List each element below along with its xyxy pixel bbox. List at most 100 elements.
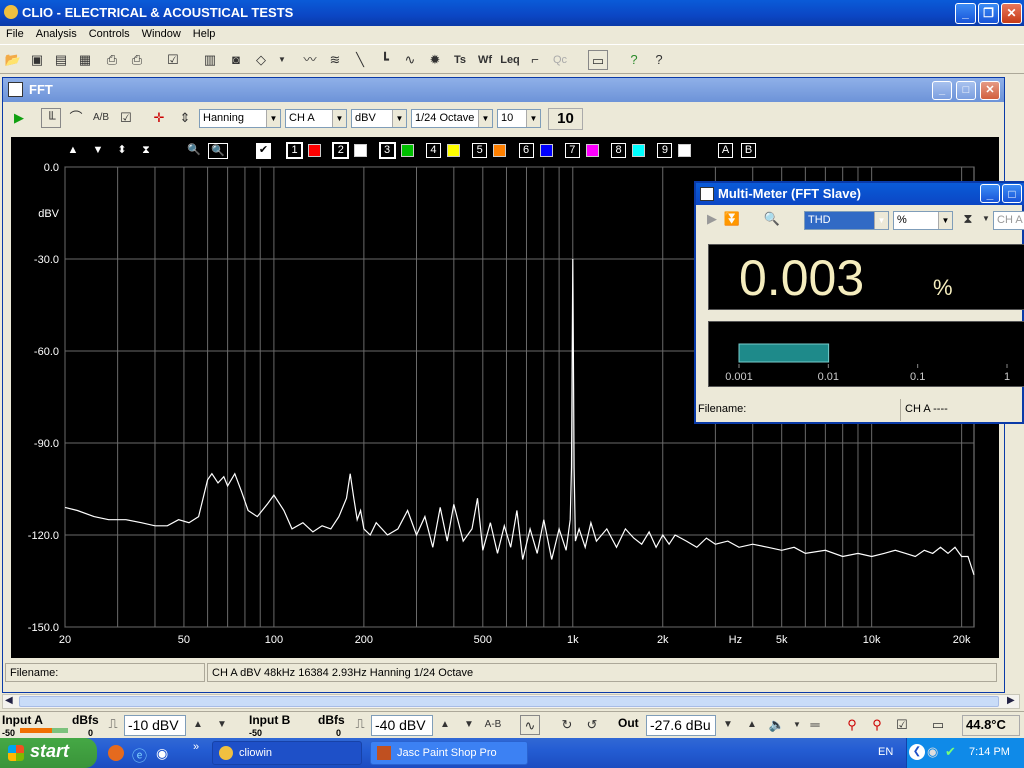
out-level-field[interactable]: -27.6 dBu [646,715,716,736]
sweep-icon[interactable]: ∿ [400,50,420,70]
curve-color-6[interactable] [539,144,553,157]
close-button[interactable]: ✕ [1001,3,1022,24]
fft-minimize-button[interactable]: _ [932,81,952,100]
curve-number-7[interactable]: 7 [564,143,580,158]
scrollbar-thumb[interactable] [19,696,999,707]
out-up-icon[interactable]: ▲ [742,715,762,735]
menu-help[interactable]: Help [187,26,222,42]
overlay-check-icon[interactable]: ✔ [256,143,271,159]
menu-analysis[interactable]: Analysis [30,26,83,42]
settings-check-icon[interactable]: ☑ [116,108,136,128]
save-icon[interactable]: ▣ [27,50,47,70]
mls-icon[interactable]: ≋ [325,50,345,70]
input-a-down-icon[interactable]: ▼ [212,715,232,735]
curve-color-9[interactable] [678,144,692,157]
spectrum-icon[interactable]: ╙ [41,108,61,128]
scroll-right-icon[interactable]: ▶ [1007,695,1015,706]
curve-number-4[interactable]: 4 [425,143,441,158]
ab-mode-button[interactable]: A-B [483,715,503,735]
scroll-up-icon[interactable]: ▲ [66,143,80,159]
curve-number-1[interactable]: 1 [286,142,303,159]
ab-compare-icon[interactable]: A/B [91,108,111,128]
waterfall-icon[interactable]: Wf [475,50,495,70]
generator-icon[interactable]: ∿ [520,715,540,735]
leq-icon[interactable]: Leq [500,50,520,70]
film-icon[interactable]: ▥ [200,50,220,70]
curve-number-8[interactable]: 8 [611,143,627,158]
save-as-icon[interactable]: ▤ [51,50,71,70]
desktop-icon[interactable]: ▭ [588,50,608,70]
loop-icon[interactable]: ↻ [557,715,577,735]
channel-select[interactable]: CH A ▼ [285,109,347,128]
fft-close-button[interactable]: ✕ [980,81,1000,100]
units-select[interactable]: dBV ▼ [351,109,407,128]
mic-icon[interactable]: ⚲ [842,715,862,735]
cursor-icon[interactable]: ✛ [149,108,169,128]
multimeter-maximize-button[interactable]: □ [1002,184,1022,203]
quality-control-icon[interactable]: Qc [550,50,570,70]
scroll-left-icon[interactable]: ◀ [5,695,13,706]
curve-color-1[interactable] [308,144,321,157]
scroll-down-icon[interactable]: ▼ [91,143,105,159]
multimeter-minimize-button[interactable]: _ [980,184,1000,203]
curve-number-9[interactable]: 9 [657,143,673,158]
polar-icon[interactable]: ✹ [425,50,445,70]
input-a-up-icon[interactable]: ▲ [188,715,208,735]
sinusoidal-icon[interactable]: ╲ [350,50,370,70]
multimeter-zoom-icon[interactable]: 🔍 [762,209,782,229]
task-paint-shop-pro[interactable]: Jasc Paint Shop Pro [370,741,528,765]
eraser-icon[interactable]: ◇ [251,50,271,70]
multimeter-hold-icon[interactable]: ⧗ [958,209,978,229]
mute-icon[interactable]: ═ [805,715,825,735]
loop-b-icon[interactable]: ↺ [582,715,602,735]
help-icon[interactable]: ? [624,50,644,70]
multimeter-channel-field[interactable]: CH A [993,211,1024,230]
compress-icon[interactable]: ⧗ [139,143,153,159]
curve-number-3[interactable]: 3 [378,142,396,159]
ie-icon[interactable]: ⓔ [132,745,147,766]
curve-number-2[interactable]: 2 [332,142,350,159]
curve-color-4[interactable] [446,144,460,157]
speaker-icon[interactable]: 🔈 [767,715,787,735]
firefox-icon[interactable] [108,745,124,761]
curve-color-7[interactable] [585,144,599,157]
battery-icon[interactable]: ▭ [928,715,948,735]
window-fn-select[interactable]: Hanning ▼ [199,109,281,128]
curve-color-8[interactable] [632,144,646,157]
mic-b-icon[interactable]: ⚲ [867,715,887,735]
task-cliowin[interactable]: cliowin [212,741,362,765]
smoothing-select[interactable]: 1/24 Octave ▼ [411,109,493,128]
input-b-up-icon[interactable]: ▲ [435,715,455,735]
eraser-dropdown-icon[interactable]: ▼ [272,50,292,70]
language-indicator[interactable]: EN [878,746,893,758]
curve-number-6[interactable]: 6 [518,143,534,158]
autoscale-icon[interactable]: ☑ [163,50,183,70]
thiele-small-icon[interactable]: Ts [450,50,470,70]
peak-icon[interactable]: ⌒ [66,108,86,128]
print-setup-icon[interactable]: ⎙ [102,50,122,70]
about-icon[interactable]: ? [649,50,669,70]
input-b-down-icon[interactable]: ▼ [459,715,479,735]
input-a-range-field[interactable]: -10 dBV [124,715,186,736]
camera-icon[interactable]: ◙ [226,50,246,70]
input-b-autorange-icon[interactable]: ⎍ [350,714,370,734]
curve-letter-a[interactable]: A [718,143,733,158]
menu-window[interactable]: Window [136,26,187,42]
minimize-button[interactable]: _ [955,3,976,24]
multimeter-capture-icon[interactable]: ⏬ [722,209,742,229]
zoom-in-icon[interactable]: 🔍 [187,143,201,159]
curve-color-3[interactable] [400,144,414,157]
input-a-autorange-icon[interactable]: ⎍ [103,714,123,734]
curve-color-2[interactable] [354,144,368,157]
play-icon[interactable]: ▶ [9,108,29,128]
out-down-icon[interactable]: ▼ [718,715,738,735]
start-button[interactable]: start [0,738,97,768]
export-icon[interactable]: ▦ [75,50,95,70]
curve-number-5[interactable]: 5 [472,143,488,158]
horizontal-scrollbar[interactable]: ◀ ▶ [2,694,1020,709]
curve-letter-b[interactable]: B [741,143,756,158]
multimeter-unit-select[interactable]: % ▼ [893,211,953,230]
tray-security-icon[interactable]: ✔ [945,744,956,760]
marker-icon[interactable]: ⇕ [175,108,195,128]
expand-icon[interactable]: ⬍ [115,143,129,159]
